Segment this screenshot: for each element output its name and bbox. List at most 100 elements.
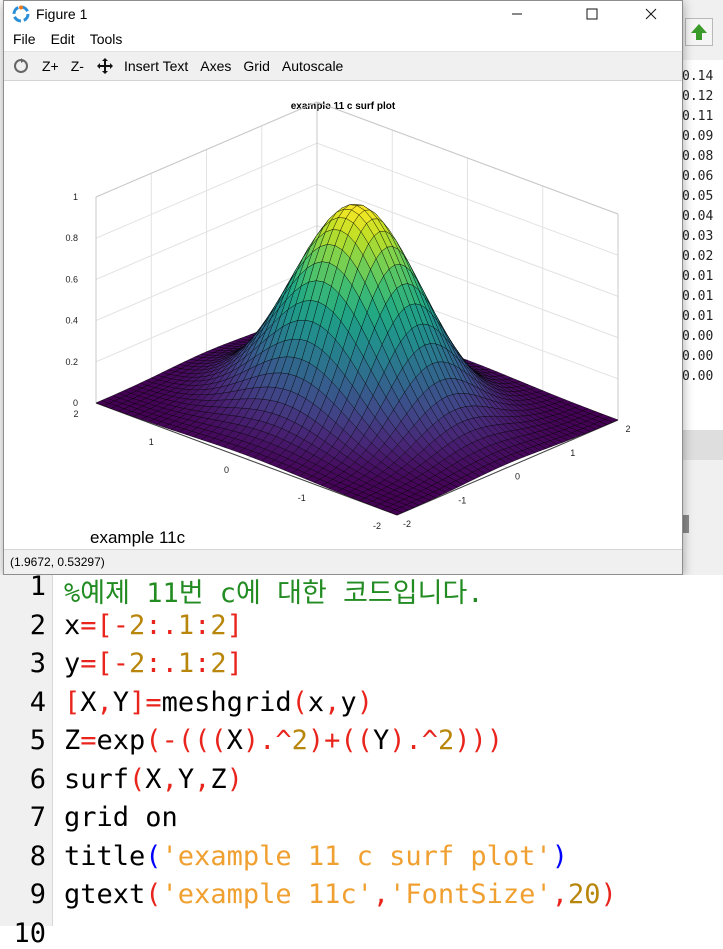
code-token: %예제 11번 c에 대한 코드입니다. (64, 578, 484, 609)
y-tick-label: 2 (73, 409, 78, 419)
background-value: 0.14 (682, 69, 714, 84)
menu-tools[interactable]: Tools (90, 31, 123, 47)
z-tick-label: 0.8 (65, 233, 78, 243)
code-token: , (96, 686, 113, 718)
title-bar[interactable]: Figure 1 (4, 1, 682, 27)
code-token: 2 (210, 648, 227, 679)
code-token: y (64, 648, 81, 679)
code-token: x (64, 609, 81, 641)
code-token: ( (145, 879, 162, 910)
close-button[interactable] (628, 1, 674, 27)
code-token: : (194, 609, 211, 641)
code-token: ) (551, 840, 568, 872)
y-tick-label: -2 (373, 521, 381, 531)
background-value: 0.05 (682, 189, 714, 204)
zoom-out-button[interactable]: Z- (71, 58, 84, 74)
code-token: 2 (291, 725, 308, 756)
code-token: =[- (80, 648, 130, 679)
code-token: surf (64, 763, 130, 795)
cursor-coordinates: (1.9672, 0.53297) (10, 555, 105, 569)
code-token: )+(( (307, 725, 373, 756)
code-line[interactable]: %예제 11번 c에 대한 코드입니다. (64, 571, 484, 610)
z-tick-label: 1 (73, 192, 78, 202)
code-token: X (80, 686, 97, 718)
line-number: 2 (29, 609, 46, 641)
code-token: meshgrid (161, 686, 292, 718)
code-token: :. (145, 648, 178, 679)
code-editor[interactable]: 1 2 3 4 5 6 7 8 9 10 %예제 11번 c에 대한 코드입니다. x=[-2:.1… (0, 571, 723, 949)
code-token: ) (600, 879, 617, 910)
code-token: Y (372, 725, 390, 756)
code-line[interactable]: surf(X,Y,Z) (64, 764, 243, 795)
code-token: ( (145, 840, 162, 872)
code-token: , (551, 879, 568, 910)
code-token: 2 (437, 725, 455, 756)
code-token: , (161, 763, 178, 795)
menu-file[interactable]: File (13, 31, 36, 47)
grid-button[interactable]: Grid (243, 58, 269, 74)
insert-text-button[interactable]: Insert Text (124, 58, 188, 74)
code-line[interactable]: grid on (64, 802, 178, 833)
code-token: :. (145, 609, 178, 641)
line-number: 10 (13, 917, 46, 949)
plot-canvas[interactable]: example 11 c surf plot 0 0.2 0.4 0.6 0.8 1 2 1 0… (4, 91, 682, 549)
zoom-in-button[interactable]: Z+ (42, 58, 59, 74)
code-line[interactable]: [X,Y]=meshgrid(x,y) (64, 687, 373, 718)
line-number: 7 (29, 802, 46, 833)
background-value: 0.06 (682, 169, 714, 184)
code-token: 1 (177, 609, 195, 641)
code-token: ) (226, 763, 243, 795)
code-line[interactable]: title('example 11 c surf plot') (64, 841, 568, 872)
background-value: 0.00 (682, 329, 714, 344)
menu-edit[interactable]: Edit (51, 31, 75, 47)
code-token: y (340, 686, 357, 718)
axes-button[interactable]: Axes (200, 58, 231, 74)
minimize-button[interactable] (494, 1, 540, 27)
maximize-icon (586, 8, 598, 20)
code-token: (-((( (145, 725, 227, 756)
code-token: ( (129, 763, 146, 795)
maximize-button[interactable] (569, 1, 615, 27)
gtext-label: example 11c (90, 528, 186, 547)
code-token: ).^ (242, 725, 292, 756)
y-tick-label: 0 (224, 465, 229, 475)
code-token: gtext (64, 879, 146, 910)
code-token: = (80, 725, 97, 756)
window-title: Figure 1 (36, 6, 88, 22)
z-tick-label: 0 (73, 398, 78, 408)
code-token: [ (64, 686, 81, 718)
background-value: 0.08 (682, 149, 714, 164)
x-tick-label: 2 (625, 424, 630, 434)
background-toolbar-button[interactable] (685, 18, 713, 46)
code-token: Z (210, 763, 227, 795)
code-line[interactable]: Z=exp(-(((X).^2)+((Y).^2))) (64, 725, 503, 756)
code-token: ) (356, 686, 373, 718)
code-token: 1 (177, 648, 195, 679)
code-line[interactable]: gtext('example 11c','FontSize',20) (64, 879, 617, 910)
code-token: 'FontSize' (389, 879, 552, 910)
menu-bar: File Edit Tools (4, 27, 682, 51)
background-value: 0.01 (682, 269, 714, 284)
background-value: 0.12 (682, 89, 714, 104)
code-token: ).^ (389, 725, 438, 756)
x-tick-label: 1 (570, 448, 575, 458)
line-number: 5 (29, 725, 46, 756)
rotate-icon[interactable] (12, 57, 30, 75)
z-tick-label: 0.6 (65, 274, 78, 284)
code-token: ] (226, 609, 243, 641)
close-icon (645, 8, 657, 20)
code-token: X (145, 763, 162, 795)
background-value: 0.00 (682, 369, 714, 384)
code-token: , (324, 686, 341, 718)
line-number: 4 (29, 686, 46, 718)
code-token: : (194, 648, 211, 679)
code-token: 'example 11c' (161, 879, 373, 910)
background-value: 0.09 (682, 129, 714, 144)
code-line[interactable]: x=[-2:.1:2] (64, 610, 243, 641)
pan-icon[interactable] (96, 57, 114, 75)
code-line[interactable]: y=[-2:.1:2] (64, 648, 243, 679)
line-number-gutter: 1 2 3 4 5 6 7 8 9 10 (0, 571, 53, 949)
background-value: 0.00 (682, 349, 714, 364)
autoscale-button[interactable]: Autoscale (282, 58, 343, 74)
code-token: 2 (129, 609, 146, 641)
